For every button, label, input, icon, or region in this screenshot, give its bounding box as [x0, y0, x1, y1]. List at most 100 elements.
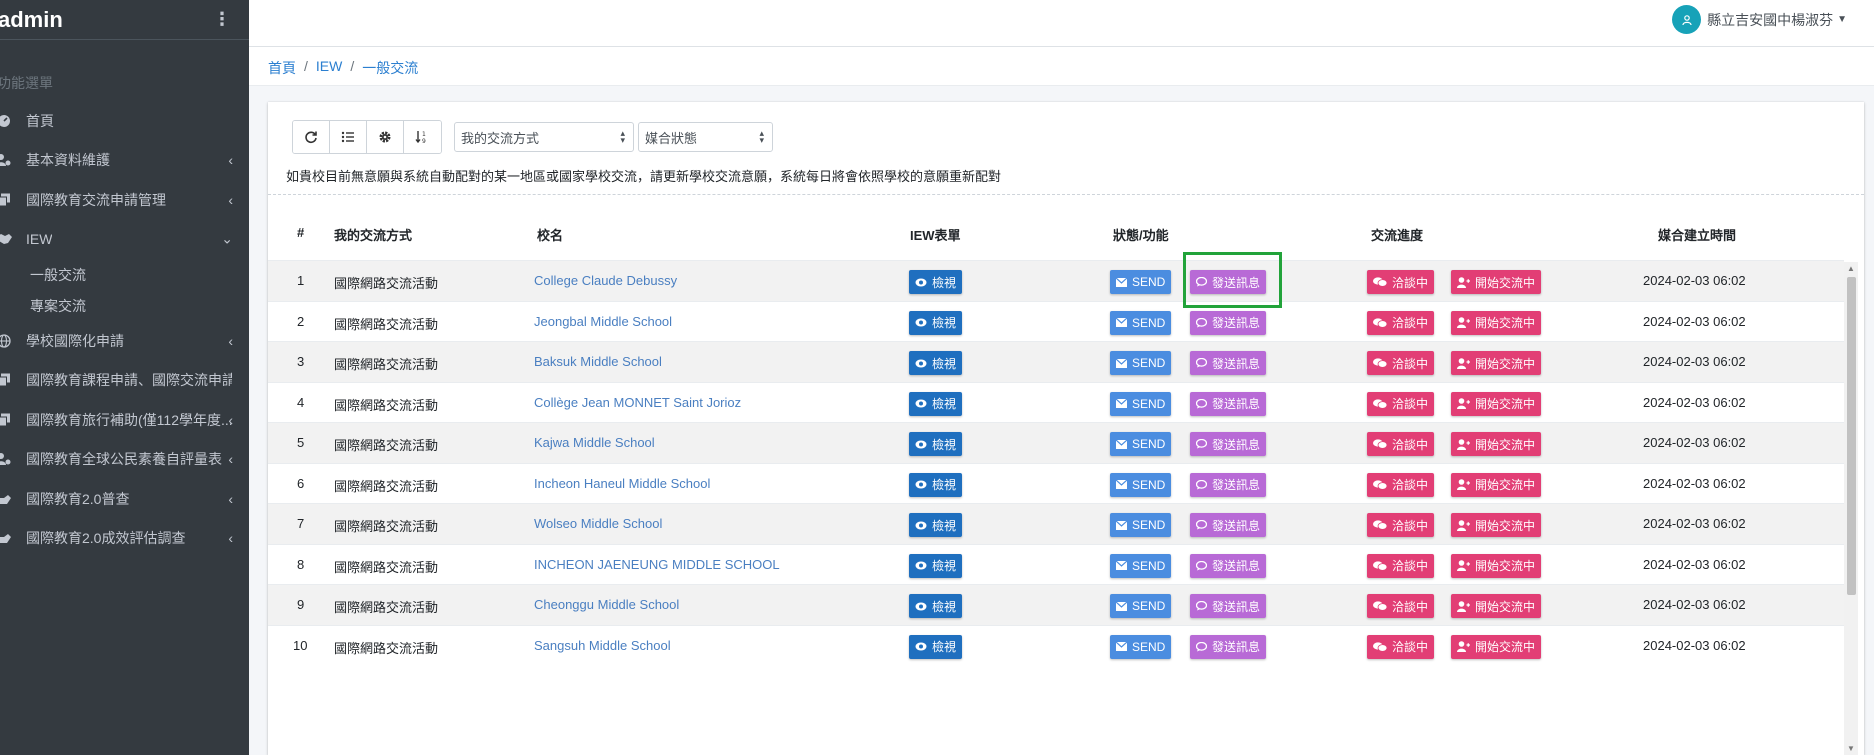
start-exchange-button[interactable]: 開始交流中 [1451, 634, 1542, 659]
sidebar-item[interactable]: IEW ⌄ [0, 220, 249, 260]
send-message-button[interactable]: 發送訊息 [1190, 553, 1267, 578]
settings-button[interactable] [367, 121, 404, 153]
send-message-button[interactable]: 發送訊息 [1190, 310, 1267, 335]
scrollbar-thumb[interactable] [1847, 277, 1856, 595]
send-button[interactable]: SEND [1110, 472, 1172, 497]
view-button[interactable]: 檢視 [909, 513, 963, 537]
start-exchange-button[interactable]: 開始交流中 [1451, 513, 1542, 537]
negotiating-button[interactable]: 洽談中 [1367, 472, 1435, 497]
sidebar-subitem[interactable]: 專案交流 [0, 290, 249, 321]
list-view-button[interactable] [330, 121, 367, 153]
send-message-button[interactable]: 發送訊息 [1190, 432, 1267, 456]
match-status-select[interactable]: 媒合狀態 ▴ ▾ [638, 122, 773, 152]
negotiating-button[interactable]: 洽談中 [1367, 513, 1435, 537]
view-button[interactable]: 檢視 [909, 472, 963, 497]
send-button[interactable]: SEND [1110, 270, 1172, 294]
start-exchange-button[interactable]: 開始交流中 [1451, 553, 1542, 578]
view-button[interactable]: 檢視 [909, 391, 963, 416]
user-name[interactable]: 縣立吉安國中楊淑芬 [1707, 10, 1833, 30]
negotiating-button[interactable]: 洽談中 [1367, 634, 1435, 659]
send-button[interactable]: SEND [1110, 391, 1172, 416]
kebab-menu-icon[interactable]: ⋮ [213, 9, 231, 30]
sort-button[interactable]: 19 [404, 121, 441, 153]
col-form[interactable]: IEW表單 [910, 225, 961, 244]
send-message-button[interactable]: 發送訊息 [1190, 634, 1267, 659]
send-message-button[interactable]: 發送訊息 [1190, 472, 1267, 497]
send-message-button[interactable]: 發送訊息 [1190, 391, 1267, 416]
chevron-icon[interactable]: ‹ [228, 491, 233, 507]
brand-title[interactable]: admin [0, 7, 63, 33]
view-button[interactable]: 檢視 [909, 594, 963, 618]
refresh-button[interactable] [293, 121, 330, 153]
send-button[interactable]: SEND [1110, 634, 1172, 659]
caret-down-icon[interactable]: ▼ [1837, 14, 1847, 25]
school-link[interactable]: Baksuk Middle School [534, 354, 662, 369]
view-button[interactable]: 檢視 [909, 553, 963, 578]
breadcrumb-current[interactable]: 一般交流 [362, 58, 418, 78]
school-link[interactable]: Wolseo Middle School [534, 516, 662, 531]
send-message-button[interactable]: 發送訊息 [1190, 351, 1267, 375]
start-exchange-button[interactable]: 開始交流中 [1451, 351, 1542, 375]
start-exchange-button[interactable]: 開始交流中 [1451, 472, 1542, 497]
col-school[interactable]: 校名 [537, 225, 563, 244]
send-button[interactable]: SEND [1110, 594, 1172, 618]
view-button[interactable]: 檢視 [909, 634, 963, 659]
send-message-button[interactable]: 發送訊息 [1190, 513, 1267, 537]
col-created[interactable]: 媒合建立時間 [1658, 225, 1736, 244]
chevron-icon[interactable]: ‹ [228, 451, 233, 467]
col-progress[interactable]: 交流進度 [1371, 225, 1423, 244]
chevron-icon[interactable]: ⌄ [221, 231, 233, 248]
start-exchange-button[interactable]: 開始交流中 [1451, 270, 1542, 294]
sidebar-item[interactable]: 基本資料維護 ‹ [0, 141, 249, 181]
scroll-down-icon[interactable]: ▼ [1847, 744, 1855, 753]
school-link[interactable]: INCHEON JAENEUNG MIDDLE SCHOOL [534, 557, 780, 572]
send-button[interactable]: SEND [1110, 553, 1172, 578]
start-exchange-button[interactable]: 開始交流中 [1451, 594, 1542, 618]
view-button[interactable]: 檢視 [909, 270, 963, 294]
breadcrumb-iew[interactable]: IEW [316, 58, 342, 78]
view-button[interactable]: 檢視 [909, 310, 963, 335]
chevron-icon[interactable]: ‹ [228, 192, 233, 208]
col-status[interactable]: 狀態/功能 [1113, 225, 1169, 244]
sidebar-item[interactable]: 國際教育課程申請、國際交流申請 [0, 361, 249, 401]
negotiating-button[interactable]: 洽談中 [1367, 594, 1435, 618]
start-exchange-button[interactable]: 開始交流中 [1451, 432, 1542, 456]
sidebar-item[interactable]: 國際教育全球公民素養自評量表 ‹ [0, 440, 249, 480]
negotiating-button[interactable]: 洽談中 [1367, 270, 1435, 294]
sidebar-item[interactable]: 學校國際化申請 ‹ [0, 321, 249, 361]
sidebar-item[interactable]: 國際教育2.0成效評估調查 ‹ [0, 519, 249, 559]
school-link[interactable]: Collège Jean MONNET Saint Jorioz [534, 395, 741, 410]
sidebar-item[interactable]: 國際教育交流申請管理 ‹ [0, 180, 249, 220]
view-button[interactable]: 檢視 [909, 351, 963, 375]
school-link[interactable]: Incheon Haneul Middle School [534, 476, 710, 491]
start-exchange-button[interactable]: 開始交流中 [1451, 391, 1542, 416]
sidebar-item[interactable]: 國際教育2.0普查 ‹ [0, 479, 249, 519]
negotiating-button[interactable]: 洽談中 [1367, 553, 1435, 578]
chevron-icon[interactable]: ‹ [228, 333, 233, 349]
negotiating-button[interactable]: 洽談中 [1367, 432, 1435, 456]
chevron-icon[interactable]: ‹ [228, 412, 233, 428]
view-button[interactable]: 檢視 [909, 432, 963, 456]
send-button[interactable]: SEND [1110, 351, 1172, 375]
scroll-up-icon[interactable]: ▲ [1847, 264, 1855, 273]
sidebar-item[interactable]: 首頁 [0, 101, 249, 141]
school-link[interactable]: College Claude Debussy [534, 273, 677, 288]
send-button[interactable]: SEND [1110, 432, 1172, 456]
table-scrollbar[interactable]: ▲ ▼ [1844, 262, 1858, 755]
user-menu[interactable]: 縣立吉安國中楊淑芬 ▼ [1672, 5, 1847, 34]
school-link[interactable]: Sangsuh Middle School [534, 638, 671, 653]
start-exchange-button[interactable]: 開始交流中 [1451, 310, 1542, 335]
chevron-icon[interactable]: ‹ [228, 530, 233, 546]
school-link[interactable]: Kajwa Middle School [534, 435, 655, 450]
sidebar-subitem[interactable]: 一般交流 [0, 259, 249, 290]
sidebar-item[interactable]: 國際教育旅行補助(僅112學年度... ‹ [0, 400, 249, 440]
negotiating-button[interactable]: 洽談中 [1367, 391, 1435, 416]
col-num[interactable]: # [297, 225, 304, 240]
school-link[interactable]: Cheonggu Middle School [534, 597, 679, 612]
chevron-icon[interactable]: ‹ [228, 152, 233, 168]
breadcrumb-home[interactable]: 首頁 [268, 58, 296, 78]
send-button[interactable]: SEND [1110, 513, 1172, 537]
col-method[interactable]: 我的交流方式 [334, 225, 412, 244]
school-link[interactable]: Jeongbal Middle School [534, 314, 672, 329]
negotiating-button[interactable]: 洽談中 [1367, 351, 1435, 375]
